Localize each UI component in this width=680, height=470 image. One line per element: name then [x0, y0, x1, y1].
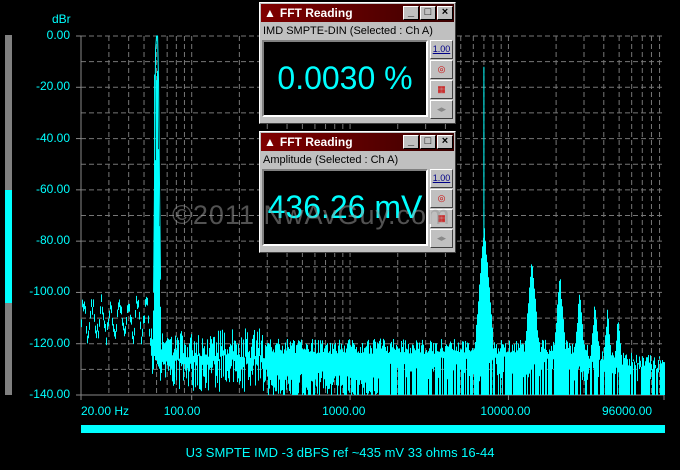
fft-reading-window-amplitude[interactable]: ▲ FFT Reading _ □ × Amplitude (Selected … [259, 131, 456, 253]
title-bar[interactable]: ▲ FFT Reading _ □ × [261, 133, 454, 151]
fft-reading-window-imd[interactable]: ▲ FFT Reading _ □ × IMD SMPTE-DIN (Selec… [259, 2, 456, 124]
arrows-icon[interactable]: ◂▸ [430, 229, 453, 248]
window-title: FFT Reading [279, 135, 353, 149]
reading-subtitle: IMD SMPTE-DIN (Selected : Ch A) [263, 25, 433, 37]
maximize-button[interactable]: □ [420, 6, 436, 20]
minimize-button[interactable]: _ [403, 6, 419, 20]
probe-icon[interactable]: ◎ [430, 189, 453, 208]
reading-subtitle: Amplitude (Selected : Ch A) [263, 154, 399, 166]
spreadsheet-icon[interactable]: ▦ [430, 209, 453, 228]
arrows-icon[interactable]: ◂▸ [430, 100, 453, 119]
minimize-button[interactable]: _ [403, 135, 419, 149]
app-icon: ▲ [264, 6, 276, 20]
app-icon: ▲ [264, 135, 276, 149]
scale-icon[interactable]: 1.00 [430, 40, 453, 59]
probe-icon[interactable]: ◎ [430, 60, 453, 79]
maximize-button[interactable]: □ [420, 135, 436, 149]
chart-caption: U3 SMPTE IMD -3 dBFS ref ~435 mV 33 ohms… [185, 445, 495, 460]
title-bar[interactable]: ▲ FFT Reading _ □ × [261, 4, 454, 22]
close-button[interactable]: × [437, 135, 453, 149]
scale-icon[interactable]: 1.00 [430, 169, 453, 188]
reading-value: 436.26 mV [262, 169, 428, 246]
spreadsheet-icon[interactable]: ▦ [430, 80, 453, 99]
reading-value: 0.0030 % [262, 40, 428, 117]
close-button[interactable]: × [437, 6, 453, 20]
window-title: FFT Reading [279, 6, 353, 20]
horizontal-scrollbar[interactable] [81, 425, 665, 433]
